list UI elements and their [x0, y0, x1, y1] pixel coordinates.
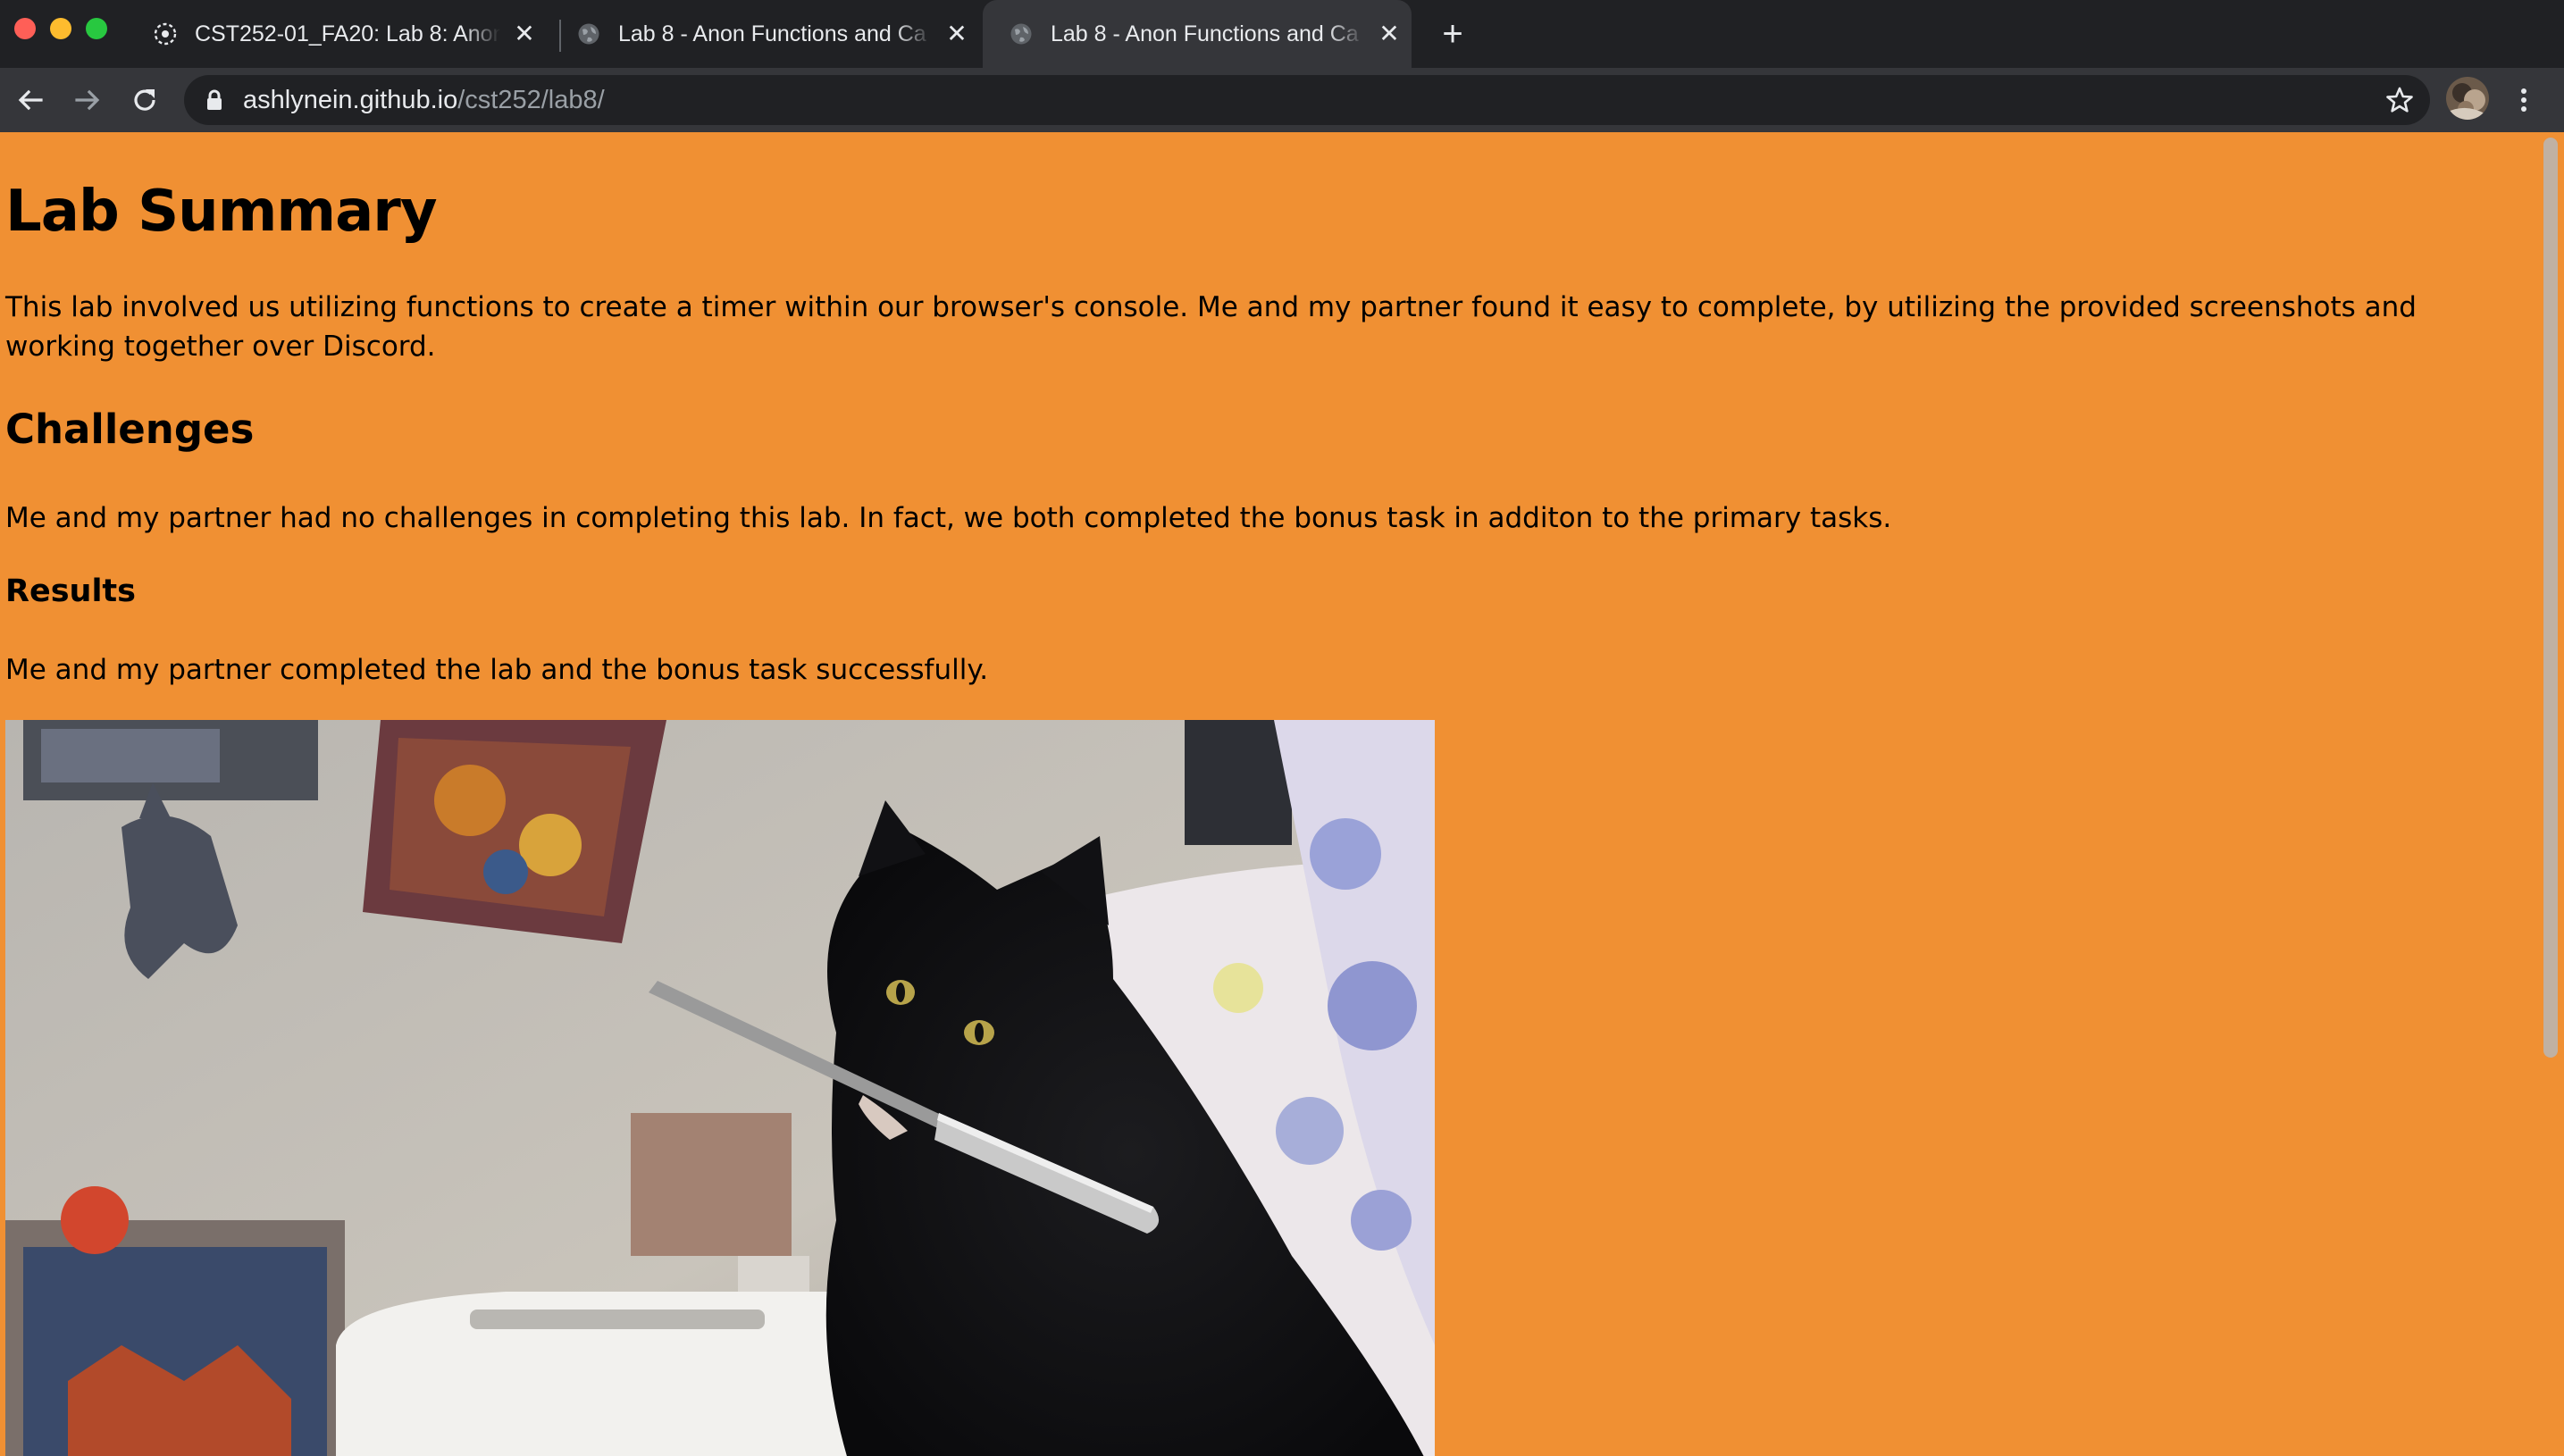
black-cat-photo	[5, 720, 1435, 1456]
window-minimize-button[interactable]	[50, 18, 71, 39]
kebab-menu-icon	[2521, 88, 2526, 112]
url-host: ashlynein.github.io	[243, 86, 458, 114]
new-tab-button[interactable]: +	[1435, 16, 1471, 52]
back-arrow-icon	[18, 89, 43, 111]
address-bar[interactable]: ashlynein.github.io/cst252/lab8/	[184, 75, 2430, 125]
globe-icon	[1010, 22, 1033, 46]
tab-separator	[559, 20, 561, 52]
browser-tab-active[interactable]: Lab 8 - Anon Functions and Ca ✕	[983, 0, 1412, 68]
page-viewport: Lab Summary This lab involved us utilizi…	[0, 132, 2564, 1456]
summary-paragraph: This lab involved us utilizing functions…	[5, 291, 2417, 363]
challenges-heading: Challenges	[5, 406, 255, 453]
browser-toolbar: ashlynein.github.io/cst252/lab8/	[0, 68, 2564, 132]
canvas-favicon-icon	[154, 22, 177, 46]
star-icon[interactable]	[2385, 86, 2414, 114]
globe-icon	[577, 22, 600, 46]
browser-titlebar: CST252-01_FA20: Lab 8: Anon ✕ Lab 8 - An…	[0, 0, 2564, 68]
tab-title: Lab 8 - Anon Functions and Ca	[1051, 21, 1359, 46]
scrollbar-thumb[interactable]	[2543, 138, 2558, 1058]
window-zoom-button[interactable]	[86, 18, 107, 39]
browser-menu-button[interactable]	[2510, 80, 2537, 120]
url-text[interactable]: ashlynein.github.io/cst252/lab8/	[243, 75, 605, 125]
challenges-paragraph: Me and my partner had no challenges in c…	[5, 502, 1892, 534]
tab-title: Lab 8 - Anon Functions and Ca	[618, 21, 926, 46]
window-close-button[interactable]	[14, 18, 36, 39]
reload-icon	[134, 89, 155, 111]
lock-icon	[207, 89, 222, 110]
forward-arrow-icon	[75, 89, 100, 111]
page-title: Lab Summary	[5, 179, 438, 245]
reload-button[interactable]	[125, 80, 164, 120]
profile-avatar[interactable]	[2446, 77, 2489, 120]
tab-close-icon[interactable]: ✕	[511, 21, 538, 47]
forward-button[interactable]	[68, 80, 107, 120]
tab-close-icon[interactable]: ✕	[1376, 21, 1403, 47]
browser-tab[interactable]: Lab 8 - Anon Functions and Ca ✕	[577, 0, 970, 68]
browser-tab[interactable]: CST252-01_FA20: Lab 8: Anon ✕	[154, 0, 547, 68]
tab-close-icon[interactable]: ✕	[943, 21, 970, 47]
back-button[interactable]	[11, 80, 50, 120]
url-path: /cst252/lab8/	[457, 86, 605, 114]
results-paragraph: Me and my partner completed the lab and …	[5, 654, 989, 686]
tab-title: CST252-01_FA20: Lab 8: Anon	[195, 21, 500, 46]
results-heading: Results	[5, 573, 136, 609]
